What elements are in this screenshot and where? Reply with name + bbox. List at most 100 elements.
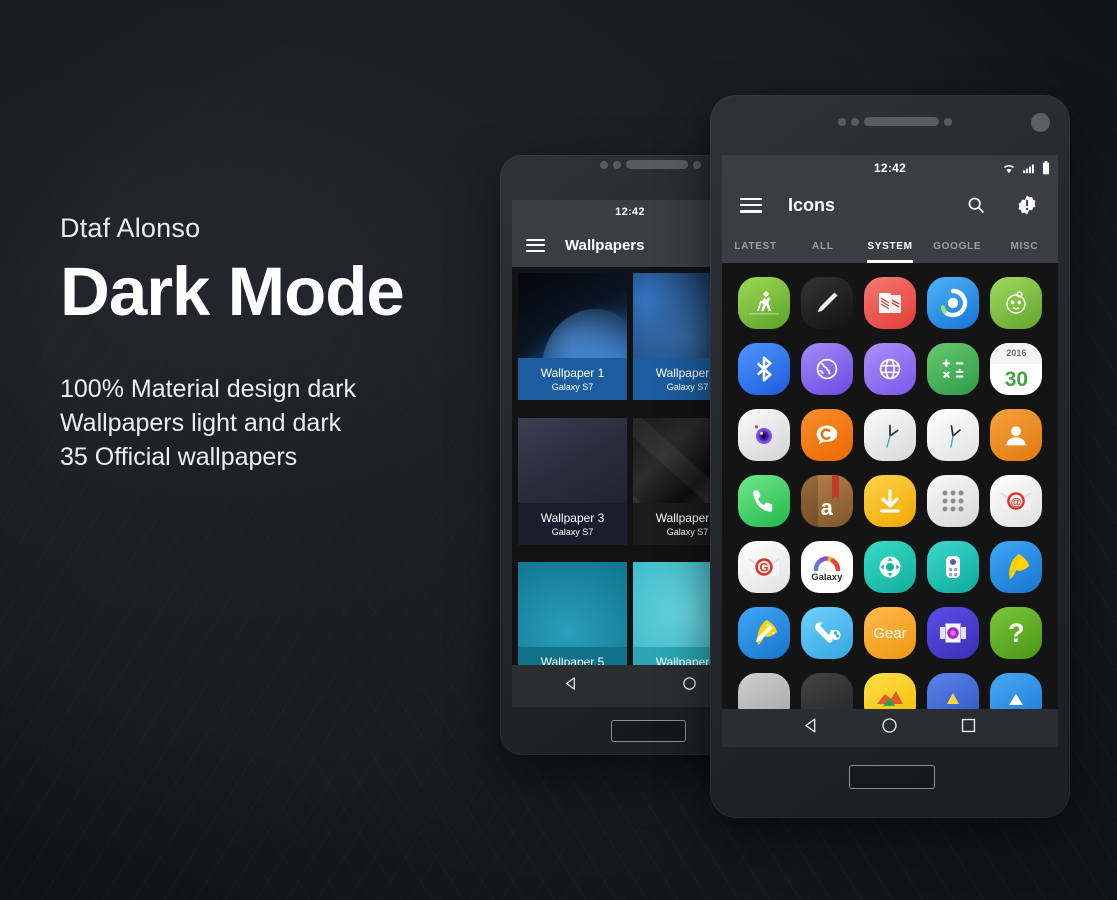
status-clock: 12:42 <box>615 205 645 218</box>
spen-icon[interactable] <box>800 277 853 329</box>
phone-right-speaker <box>838 117 952 126</box>
internet-icon[interactable] <box>863 343 916 395</box>
alarm-icon[interactable] <box>927 409 980 461</box>
promo-text-block: Dtaf Alonso Dark Mode 100% Material desi… <box>60 213 490 474</box>
battery-icon <box>1042 161 1050 175</box>
icon-cell <box>858 277 921 329</box>
tab-label: ALL <box>812 240 834 252</box>
status-clock: 12:42 <box>873 161 907 175</box>
icon-cell <box>985 409 1048 461</box>
icon-cell <box>922 475 985 527</box>
icon-cell: ? <box>985 607 1048 659</box>
phone-left-speaker <box>600 160 701 169</box>
icon-cell <box>795 607 858 659</box>
feature-item: 35 Official wallpapers <box>60 443 298 472</box>
browser-earth-icon[interactable] <box>800 343 853 395</box>
gallery-icon[interactable] <box>990 541 1043 593</box>
gallery-editor-icon[interactable] <box>737 607 790 659</box>
author-name: Dtaf Alonso <box>60 213 201 243</box>
game-tools-icon[interactable] <box>800 607 853 659</box>
chaton-icon[interactable] <box>800 409 853 461</box>
wallpaper-device: Galaxy S7 <box>666 382 709 392</box>
home-hardware-button-left[interactable] <box>611 720 686 742</box>
wallpaper-card[interactable]: Wallpaper 3 Galaxy S7 <box>518 417 627 545</box>
icon-cell: @ <box>985 475 1048 527</box>
wifi-icon <box>1003 164 1015 174</box>
home-circle-icon[interactable] <box>681 675 698 697</box>
recents-square-icon[interactable] <box>959 716 978 740</box>
tab-label: LATEST <box>734 240 777 252</box>
tab-system[interactable]: SYSTEM <box>856 229 923 263</box>
smart-remote-dpad-icon[interactable] <box>863 541 916 593</box>
speaker-dot <box>944 117 952 126</box>
icon-cell <box>858 343 921 395</box>
badge-alert-icon[interactable] <box>1016 194 1038 221</box>
help-glyph: ? <box>1008 617 1025 648</box>
contacts-icon[interactable] <box>990 409 1043 461</box>
galaxy-apps-icon[interactable]: Galaxy <box>800 541 853 593</box>
smart-remote-icon[interactable] <box>927 541 980 593</box>
home-hardware-button-right[interactable] <box>849 765 935 789</box>
home-circle-icon[interactable] <box>880 716 899 740</box>
icon-cell <box>732 343 795 395</box>
speaker-dot <box>851 117 859 126</box>
hamburger-icon[interactable] <box>740 197 762 213</box>
icon-cell: G <box>732 541 795 593</box>
smart-stay-icon[interactable] <box>863 277 916 329</box>
camera-icon[interactable] <box>737 409 790 461</box>
tab-label: SYSTEM <box>867 240 913 252</box>
help-icon[interactable]: ? <box>990 607 1043 659</box>
calculator-icon[interactable] <box>927 343 980 395</box>
baby-monitor-icon[interactable] <box>990 277 1043 329</box>
clock-icon[interactable] <box>863 409 916 461</box>
gmail-icon[interactable]: G <box>737 541 790 593</box>
search-icon[interactable] <box>966 195 986 220</box>
back-triangle-icon[interactable] <box>563 675 580 697</box>
status-system-icons <box>1002 161 1050 175</box>
icon-cell <box>858 409 921 461</box>
app-bar-title: Icons <box>788 194 836 215</box>
email-icon[interactable]: @ <box>990 475 1043 527</box>
speaker-dot <box>693 160 701 169</box>
calendar-day: 30 <box>1004 367 1029 391</box>
wallpaper-caption: Wallpaper 1 Galaxy S7 <box>518 358 627 400</box>
tab-misc[interactable]: MISC <box>991 229 1058 263</box>
hiking-icon[interactable] <box>737 277 790 329</box>
bluetooth-icon[interactable] <box>737 343 790 395</box>
icon-cell <box>985 277 1048 329</box>
hamburger-icon[interactable] <box>526 238 545 252</box>
icon-cell <box>922 409 985 461</box>
app-drawer-icon[interactable] <box>927 475 980 527</box>
wallpaper-caption: Wallpaper 3 Galaxy S7 <box>518 502 627 545</box>
wallpaper-device: Galaxy S7 <box>551 526 594 537</box>
icon-cell: a <box>795 475 858 527</box>
wallpaper-device: Galaxy S7 <box>666 526 709 537</box>
icon-cell: Gear <box>858 607 921 659</box>
dictionary-icon[interactable]: a <box>800 475 853 527</box>
tab-google[interactable]: GOOGLE <box>924 229 991 263</box>
tab-bar: LATEST ALL SYSTEM GOOGLE MISC <box>722 229 1058 263</box>
tab-all[interactable]: ALL <box>789 229 856 263</box>
icon-cell <box>732 475 795 527</box>
icon-cell <box>922 541 985 593</box>
icon-cell <box>795 343 858 395</box>
downloads-icon[interactable] <box>863 475 916 527</box>
icon-cell <box>985 541 1048 593</box>
status-bar-right: 12:42 <box>722 155 1058 181</box>
phone-icon[interactable] <box>737 475 790 527</box>
icon-cell <box>732 277 795 329</box>
icon-cell <box>858 541 921 593</box>
calendar-year: 2016 <box>990 343 1043 364</box>
icon-cell: 2016 30 <box>985 343 1048 395</box>
promo-graphic: Dtaf Alonso Dark Mode 100% Material desi… <box>0 0 1117 900</box>
back-triangle-icon[interactable] <box>802 716 821 740</box>
ar-photo-icon[interactable] <box>927 607 980 659</box>
icon-cell <box>795 277 858 329</box>
gear-manager-icon[interactable]: Gear <box>863 607 916 659</box>
front-camera-icon <box>1031 113 1050 132</box>
tab-latest[interactable]: LATEST <box>722 229 789 263</box>
assistant-icon[interactable] <box>927 277 980 329</box>
calendar-icon[interactable]: 2016 30 <box>990 343 1043 395</box>
wallpaper-card[interactable]: Wallpaper 1 Galaxy S7 <box>518 273 627 400</box>
tab-label: MISC <box>1010 240 1039 252</box>
